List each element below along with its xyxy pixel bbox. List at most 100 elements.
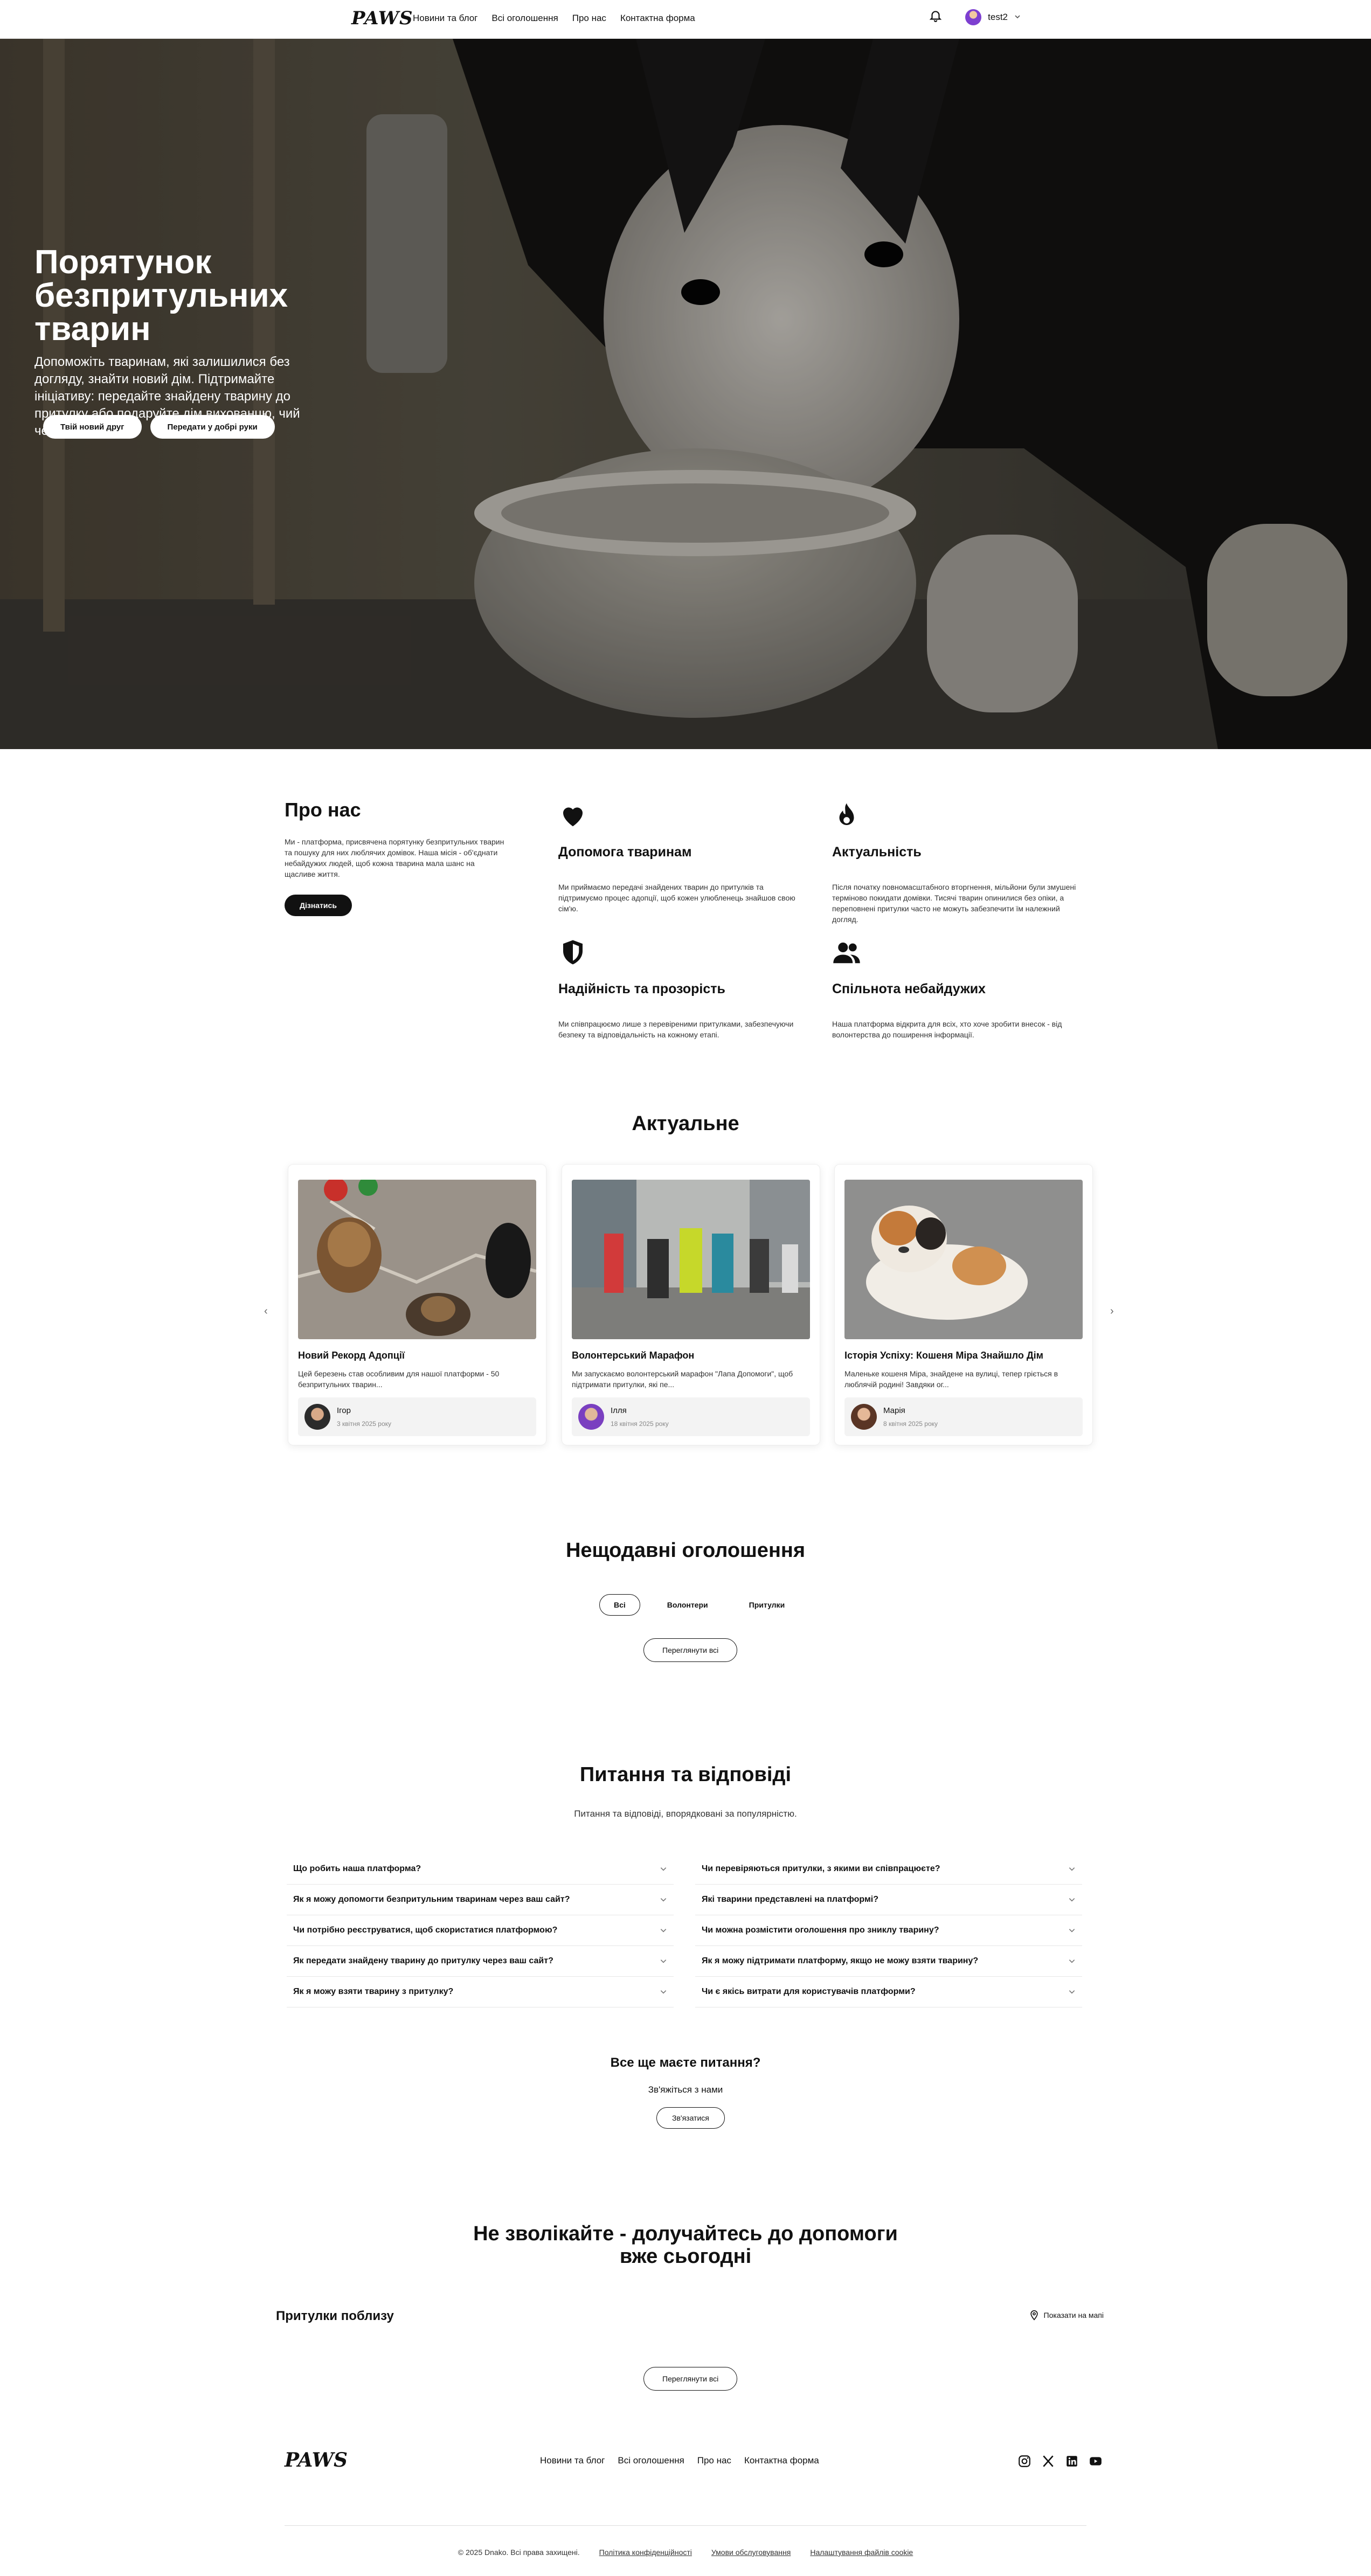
feature-community: Спільнота небайдужих Наша платформа відк… xyxy=(832,938,1080,1040)
card-author: Марія 8 квітня 2025 року xyxy=(844,1397,1083,1436)
terms-link[interactable]: Умови обслуговування xyxy=(711,2548,791,2557)
faq-item[interactable]: Як я можу взяти тварину з притулку? xyxy=(287,1977,674,2007)
author-name: Ілля xyxy=(611,1406,627,1415)
nav-link-all-ads[interactable]: Всі оголошення xyxy=(491,13,558,24)
give-away-button[interactable]: Передати у добрі руки xyxy=(150,415,275,439)
nav-link-news[interactable]: Новини та блог xyxy=(413,13,477,24)
cookie-settings-link[interactable]: Налаштування файлів cookie xyxy=(810,2548,913,2557)
feature-title: Актуальність xyxy=(832,844,922,860)
tab-volunteers[interactable]: Волонтери xyxy=(653,1594,722,1616)
contact-button[interactable]: Зв'язатися xyxy=(656,2107,725,2129)
faq-item[interactable]: Як я можу підтримати платформу, якщо не … xyxy=(695,1946,1082,1977)
hero-buttons: Твій новий друг Передати у добрі руки xyxy=(43,415,275,439)
faq-question: Чи є якісь витрати для користувачів плат… xyxy=(702,1987,916,1996)
chevron-down-icon xyxy=(1014,12,1021,23)
author-date: 8 квітня 2025 року xyxy=(883,1420,938,1428)
nearby-shelters-title: Притулки поблизу xyxy=(276,2309,394,2323)
footer-link-about[interactable]: Про нас xyxy=(697,2455,731,2466)
footer-link-all-ads[interactable]: Всі оголошення xyxy=(618,2455,684,2466)
author-date: 3 квітня 2025 року xyxy=(337,1420,392,1428)
feature-desc: Наша платформа відкрита для всіх, хто хо… xyxy=(832,1020,1062,1039)
announcement-tabs: Всі Волонтери Притулки xyxy=(599,1594,799,1616)
feature-title: Спільнота небайдужих xyxy=(832,981,986,996)
footer-logo[interactable]: PAWS xyxy=(285,2449,348,2471)
nav-link-contact[interactable]: Контактна форма xyxy=(620,13,695,24)
faq-item[interactable]: Як я можу допомогти безпритульним тварин… xyxy=(287,1885,674,1915)
nav-right: test2 xyxy=(929,9,1021,25)
faq-right-column: Чи перевіряються притулки, з якими ви сп… xyxy=(695,1854,1082,2007)
chevron-down-icon xyxy=(660,1959,667,1963)
user-name: test2 xyxy=(988,11,1008,22)
nav-link-about[interactable]: Про нас xyxy=(572,13,606,24)
news-card[interactable]: Новий Рекорд Адопції Цей березень став о… xyxy=(288,1164,546,1445)
copyright: © 2025 Dnako. Всі права захищені. xyxy=(458,2548,580,2557)
author-name: Марія xyxy=(883,1406,905,1415)
footer-link-contact[interactable]: Контактна форма xyxy=(744,2455,819,2466)
feature-desc: Ми приймаємо передачі знайдених тварин д… xyxy=(558,883,795,913)
user-menu[interactable]: test2 xyxy=(965,9,1021,25)
carousel-next-icon[interactable]: › xyxy=(1110,1305,1114,1318)
view-all-announcements-button[interactable]: Переглянути всі xyxy=(643,1638,738,1662)
new-friend-button[interactable]: Твій новий друг xyxy=(43,415,142,439)
author-avatar xyxy=(578,1404,604,1430)
learn-more-button[interactable]: Дізнатись xyxy=(285,895,352,916)
author-date: 18 квітня 2025 року xyxy=(611,1420,669,1428)
tab-shelters[interactable]: Притулки xyxy=(735,1594,799,1616)
faq-left-column: Що робить наша платформа? Як я можу допо… xyxy=(287,1854,674,2007)
faq-item[interactable]: Чи перевіряються притулки, з якими ви сп… xyxy=(695,1854,1082,1885)
author-avatar xyxy=(304,1404,330,1430)
card-image xyxy=(572,1180,810,1339)
footer-link-news[interactable]: Новини та блог xyxy=(540,2455,605,2466)
news-card[interactable]: Волонтерський Марафон Ми запускаємо воло… xyxy=(562,1164,820,1445)
heart-icon xyxy=(558,801,806,833)
still-questions-title: Все ще маєте питання? xyxy=(610,2055,761,2070)
nav-links: Новини та блог Всі оголошення Про нас Ко… xyxy=(413,13,695,24)
faq-item[interactable]: Як передати знайдену тварину до притулку… xyxy=(287,1946,674,1977)
faq-question: Чи перевіряються притулки, з якими ви сп… xyxy=(702,1864,940,1873)
feature-reliability: Надійність та прозорість Ми співпрацюємо… xyxy=(558,938,806,1040)
card-desc: Ми запускаємо волонтерський марафон "Лап… xyxy=(572,1369,793,1389)
chevron-down-icon xyxy=(1069,1959,1075,1963)
view-all-shelters-button[interactable]: Переглянути всі xyxy=(643,2367,738,2391)
faq-item[interactable]: Чи є якісь витрати для користувачів плат… xyxy=(695,1977,1082,2007)
chevron-down-icon xyxy=(1069,1929,1075,1933)
faq-item[interactable]: Які тварини представлені на платформі? xyxy=(695,1885,1082,1915)
x-twitter-icon[interactable] xyxy=(1041,2454,1055,2471)
feature-desc: Після початку повномасштабного вторгненн… xyxy=(832,883,1076,924)
faq-item[interactable]: Що робить наша платформа? xyxy=(287,1854,674,1885)
current-title: Актуальне xyxy=(632,1112,739,1135)
chevron-down-icon xyxy=(660,1867,667,1871)
card-author: Ілля 18 квітня 2025 року xyxy=(572,1397,810,1436)
fire-icon xyxy=(832,801,1080,833)
card-image xyxy=(844,1180,1083,1339)
author-avatar xyxy=(851,1404,877,1430)
author-name: Ігор xyxy=(337,1406,351,1415)
feature-relevance: Актуальність Після початку повномасштабн… xyxy=(832,801,1080,925)
faq-question: Як я можу підтримати платформу, якщо не … xyxy=(702,1956,979,1965)
chevron-down-icon xyxy=(1069,1867,1075,1871)
social-links xyxy=(1017,2454,1103,2471)
chevron-down-icon xyxy=(1069,1990,1075,1994)
bell-icon[interactable] xyxy=(929,9,943,25)
instagram-icon[interactable] xyxy=(1017,2454,1031,2471)
show-on-map-link[interactable]: Показати на мапі xyxy=(1029,2310,1104,2321)
about-text: Ми - платформа, присвячена порятунку без… xyxy=(285,837,504,878)
map-pin-icon xyxy=(1030,2310,1038,2321)
users-icon xyxy=(832,938,1080,970)
feature-help: Допомога тваринам Ми приймаємо передачі … xyxy=(558,801,806,914)
feature-title: Надійність та прозорість xyxy=(558,981,725,996)
youtube-icon[interactable] xyxy=(1089,2454,1103,2471)
news-card[interactable]: Історія Успіху: Кошеня Міра Знайшло Дім … xyxy=(834,1164,1093,1445)
linkedin-icon[interactable] xyxy=(1065,2454,1079,2471)
feature-title: Допомога тваринам xyxy=(558,844,692,860)
cta-title: Не зволікайте - долучайтесь до допомоги … xyxy=(473,2222,898,2268)
tab-all[interactable]: Всі xyxy=(599,1594,640,1616)
privacy-policy-link[interactable]: Політика конфіденційності xyxy=(599,2548,692,2557)
faq-question: Які тварини представлені на платформі? xyxy=(702,1895,879,1904)
logo[interactable]: PAWS xyxy=(351,8,413,29)
card-desc: Цей березень став особливим для нашої пл… xyxy=(298,1369,500,1389)
faq-item[interactable]: Чи можна розмістити оголошення про зникл… xyxy=(695,1915,1082,1946)
chevron-down-icon xyxy=(660,1898,667,1902)
faq-item[interactable]: Чи потрібно реєструватися, щоб скористат… xyxy=(287,1915,674,1946)
carousel-prev-icon[interactable]: ‹ xyxy=(264,1305,268,1318)
